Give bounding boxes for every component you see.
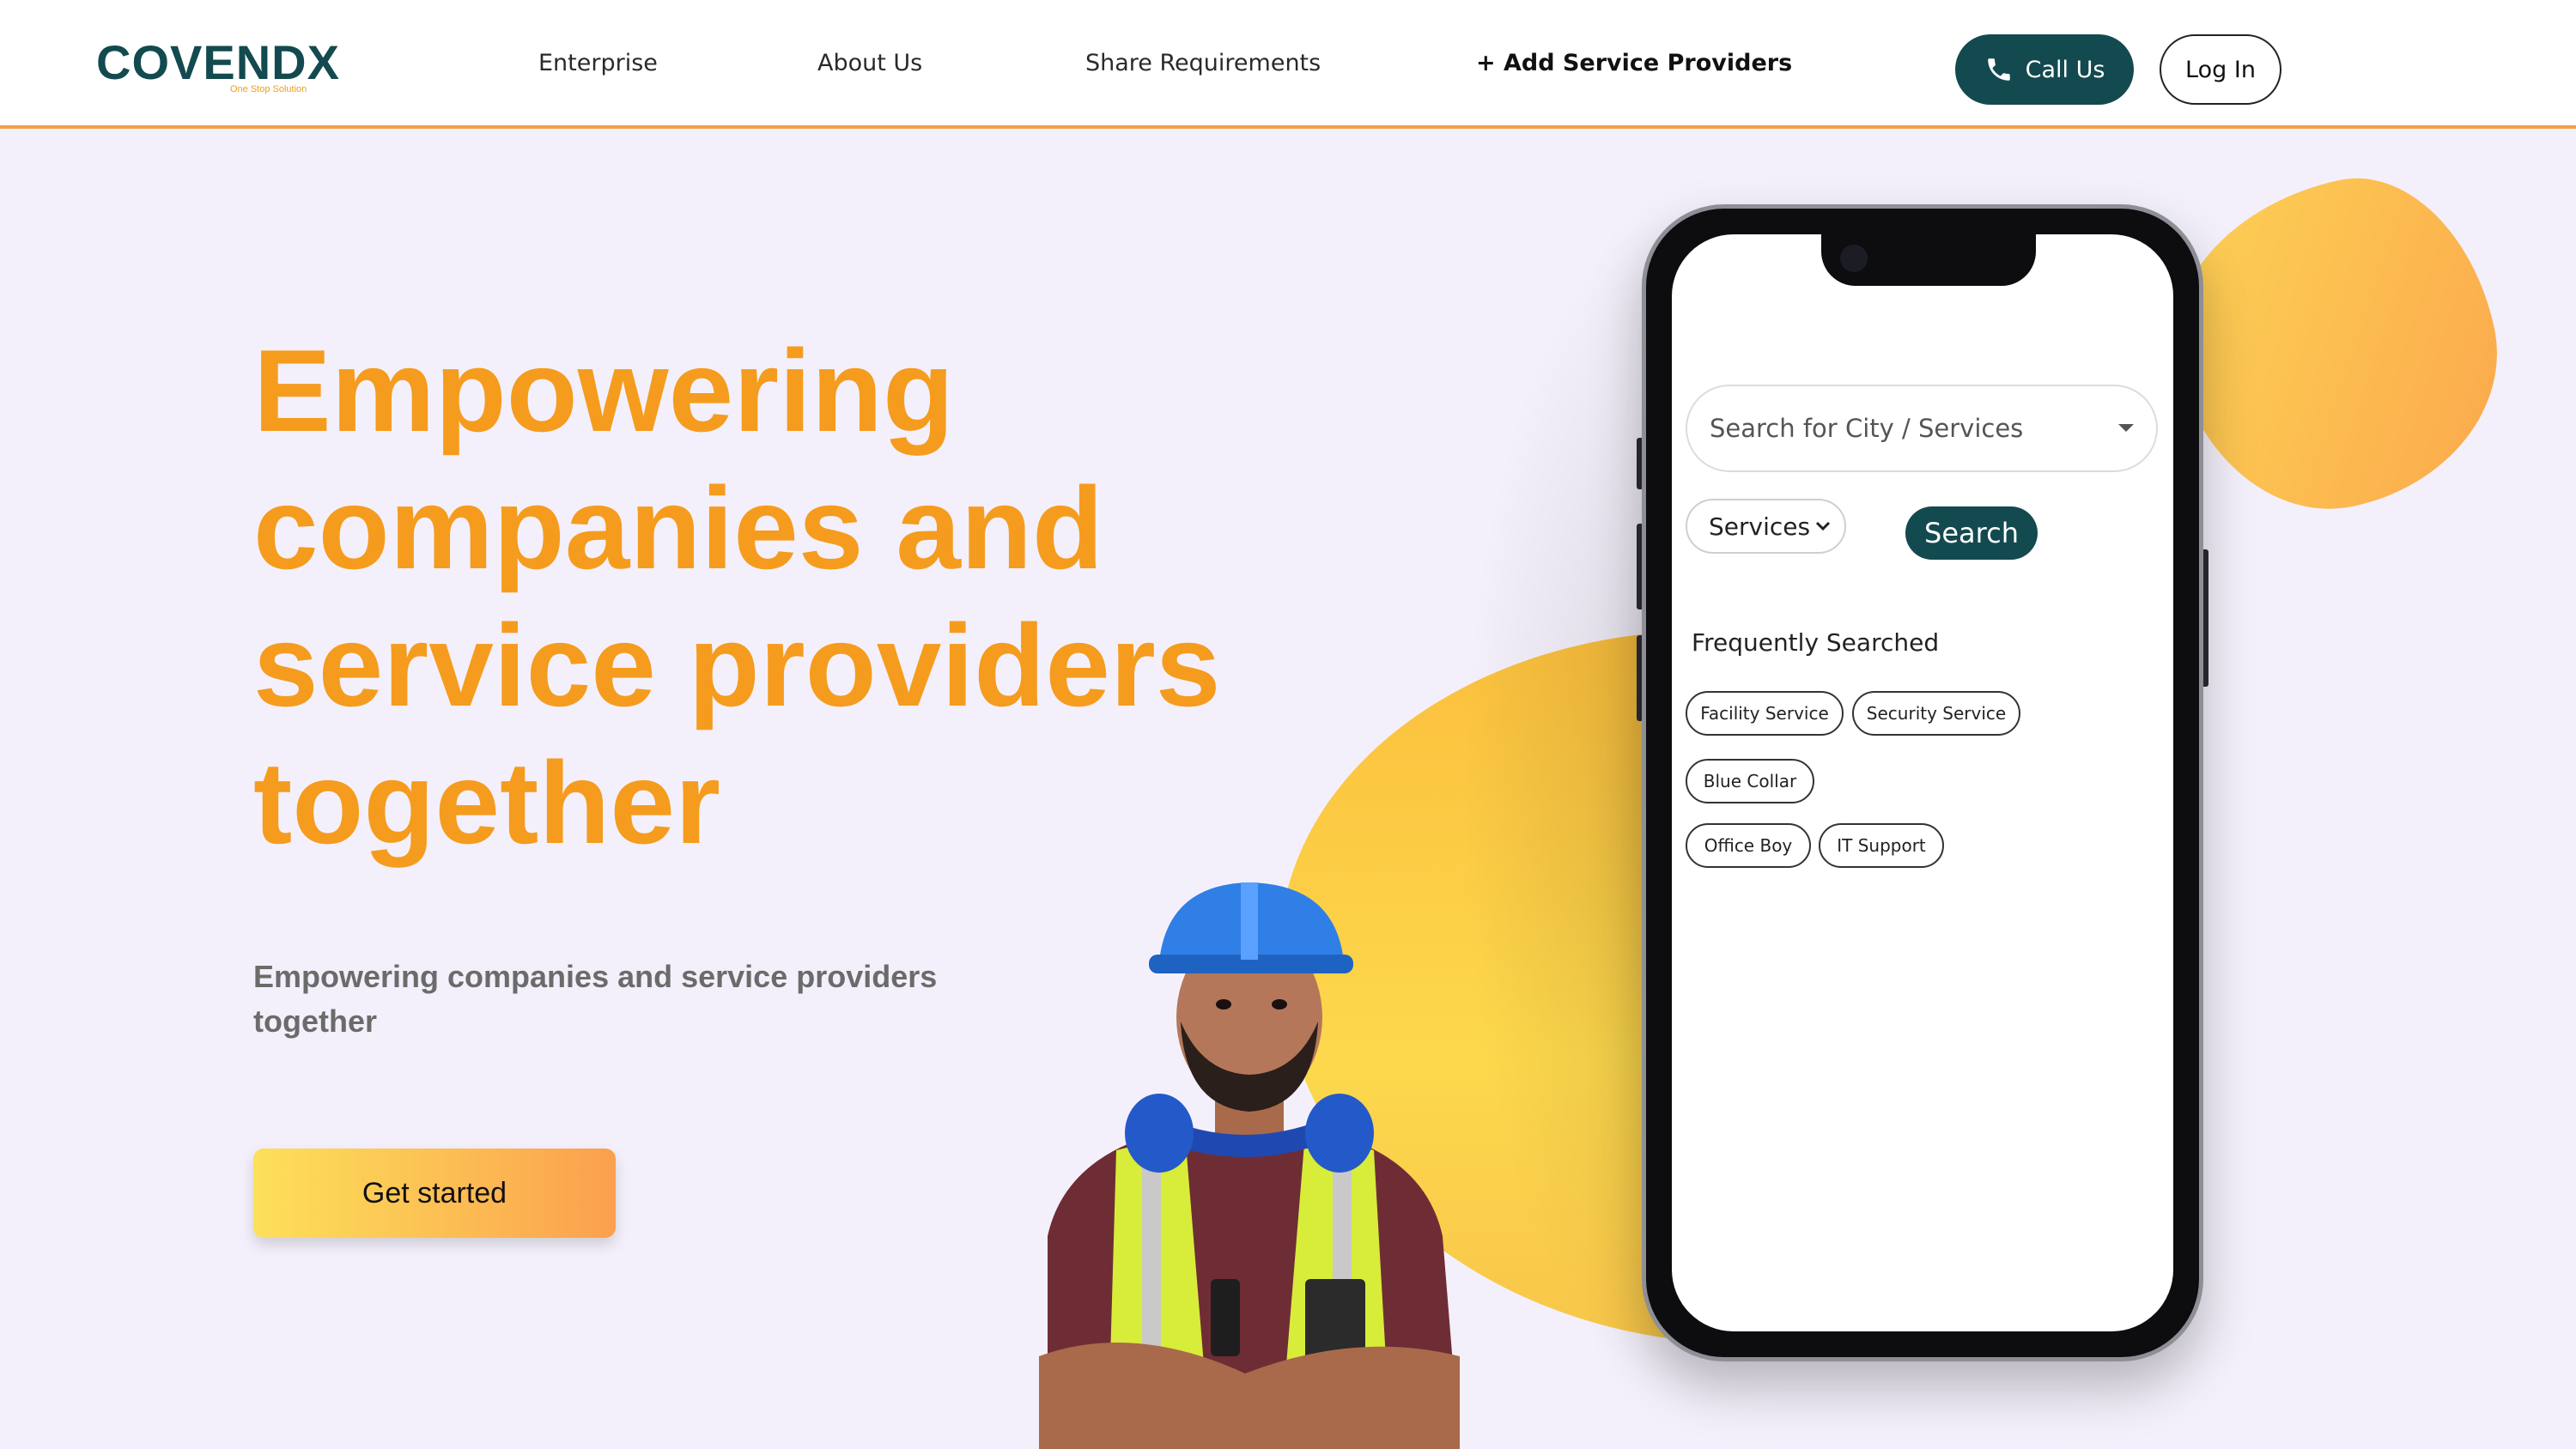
chip-it-support[interactable]: IT Support <box>1819 823 1944 868</box>
site-header: COVENDX One Stop Solution Enterprise Abo… <box>0 0 2576 129</box>
hero-heading: Empowering companies and service provide… <box>253 322 1284 871</box>
select-arrow-icon <box>1815 521 1831 531</box>
logo-wordmark: COVENDX <box>96 35 340 89</box>
nav-about-us[interactable]: About Us <box>817 50 922 76</box>
get-started-button[interactable]: Get started <box>253 1149 616 1238</box>
hero-subtitle: Empowering companies and service provide… <box>253 959 938 1039</box>
chip-security-service[interactable]: Security Service <box>1852 691 2020 736</box>
services-select-value: Services <box>1709 512 1811 541</box>
decorative-orange-blob <box>2147 155 2524 537</box>
city-service-search-input[interactable]: Search for City / Services <box>1686 385 2158 472</box>
search-placeholder: Search for City / Services <box>1710 414 2024 443</box>
chevron-down-icon[interactable] <box>2117 422 2136 434</box>
phone-icon <box>1984 55 2014 84</box>
chip-blue-collar[interactable]: Blue Collar <box>1686 759 1814 803</box>
nav-enterprise[interactable]: Enterprise <box>538 50 658 76</box>
logo-tagline: One Stop Solution <box>230 84 307 94</box>
search-button[interactable]: Search <box>1905 506 2038 560</box>
call-us-label: Call Us <box>2025 56 2105 83</box>
phone-camera <box>1840 245 1868 272</box>
frequently-searched-heading: Frequently Searched <box>1692 628 1940 657</box>
hero-heading-line: Empowering <box>253 325 955 456</box>
chip-facility-service[interactable]: Facility Service <box>1686 691 1844 736</box>
nav-share-requirements[interactable]: Share Requirements <box>1085 50 1321 76</box>
hero-heading-line: together <box>253 737 720 868</box>
covendx-logo[interactable]: COVENDX One Stop Solution <box>96 35 340 96</box>
services-select[interactable]: Services <box>1686 499 1846 554</box>
worker-illustration <box>1013 876 1477 1449</box>
call-us-button[interactable]: Call Us <box>1955 34 2134 105</box>
hero-heading-line: service providers <box>253 600 1221 731</box>
log-in-button[interactable]: Log In <box>2160 34 2281 105</box>
hero-heading-line: companies and <box>253 463 1104 593</box>
chip-office-boy[interactable]: Office Boy <box>1686 823 1811 868</box>
nav-add-service-providers[interactable]: + Add Service Providers <box>1476 50 1792 76</box>
